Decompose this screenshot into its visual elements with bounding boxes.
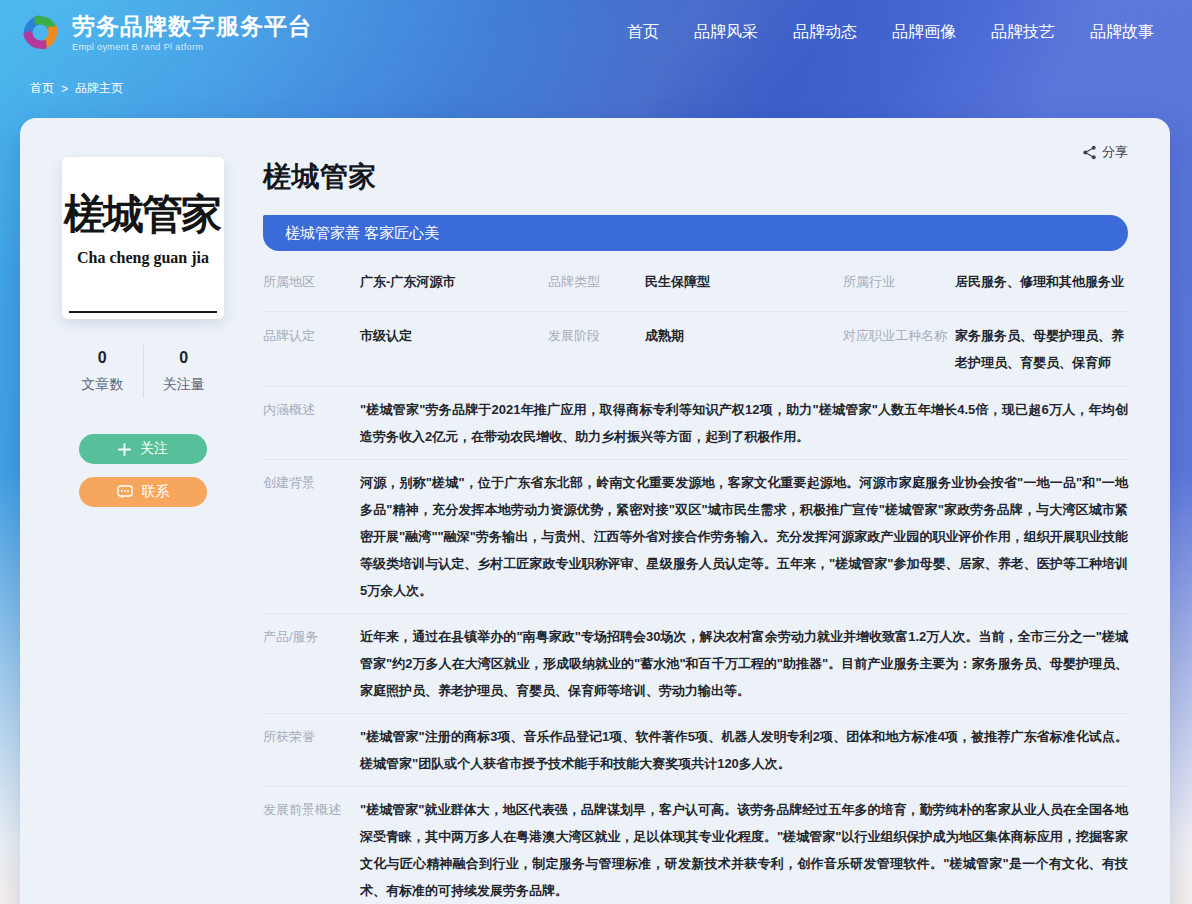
field-certification-label: 品牌认定 [263,322,360,376]
section-prospects-text: "槎城管家"就业群体大，地区代表强，品牌谋划早，客户认可高。该劳务品牌经过五年多… [360,796,1128,904]
main-nav: 首页 品牌风采 品牌动态 品牌画像 品牌技艺 品牌故事 [627,22,1154,43]
share-label: 分享 [1102,143,1128,161]
field-brand-type: 品牌类型 民生保障型 [548,268,843,295]
field-industry: 所属行业 居民服务、修理和其他服务业 [843,268,1128,295]
nav-brand-news[interactable]: 品牌动态 [793,22,857,43]
section-prospects-label: 发展前景概述 [263,796,360,904]
nav-home[interactable]: 首页 [627,22,659,43]
stat-articles: 0 文章数 [62,345,144,398]
brand-slogan-text: 槎城管家善 客家匠心美 [285,224,439,243]
brand-info-grid: 所属地区 广东-广东河源市 品牌类型 民生保障型 所属行业 居民服务、修理和其他… [263,251,1128,904]
breadcrumb-current: 品牌主页 [75,80,123,97]
section-overview-text: "槎城管家"劳务品牌于2021年推广应用，取得商标专利等知识产权12项，助力"槎… [360,396,1128,450]
section-products-label: 产品/服务 [263,623,360,704]
field-occupations-label: 对应职业工种名称 [843,322,955,376]
field-certification-value: 市级认定 [360,322,412,376]
brand-title: 槎城管家 [263,158,377,196]
section-products-text: 近年来，通过在县镇举办的"南粤家政"专场招聘会30场次，解决农村富余劳动力就业并… [360,623,1128,704]
section-overview: 内涵概述 "槎城管家"劳务品牌于2021年推广应用，取得商标专利等知识产权12项… [263,387,1128,460]
section-background-text: 河源，别称"槎城"，位于广东省东北部，岭南文化重要发源地，客家文化重要起源地。河… [360,469,1128,604]
site-subtitle: Empl oyment B rand Pl atform [72,42,312,52]
nav-brand-skill[interactable]: 品牌技艺 [991,22,1055,43]
field-occupations: 对应职业工种名称 家务服务员、母婴护理员、养老护理员、育婴员、保育师 [843,322,1128,376]
brand-profile-card: 槎城管家 Cha cheng guan jia 0 文章数 0 关注量 关注 联… [20,118,1170,904]
field-stage-value: 成熟期 [645,322,684,376]
share-button[interactable]: 分享 [1082,143,1128,161]
section-prospects: 发展前景概述 "槎城管家"就业群体大，地区代表强，品牌谋划早，客户认可高。该劳务… [263,787,1128,904]
site-brand: 劳务品牌数字服务平台 Empl oyment B rand Pl atform [18,10,312,55]
follow-button[interactable]: 关注 [79,434,207,464]
stat-articles-value: 0 [98,349,107,367]
field-certification: 品牌认定 市级认定 [263,322,548,376]
section-honors-label: 所获荣誉 [263,723,360,777]
follow-button-label: 关注 [140,440,168,458]
chat-icon [117,485,133,499]
profile-stats: 0 文章数 0 关注量 [62,345,224,398]
section-products: 产品/服务 近年来，通过在县镇举办的"南粤家政"专场招聘会30场次，解决农村富余… [263,614,1128,714]
field-region: 所属地区 广东-广东河源市 [263,268,548,295]
nav-brand-portrait[interactable]: 品牌画像 [892,22,956,43]
stat-followers: 0 关注量 [144,345,225,398]
contact-button-label: 联系 [142,483,170,501]
field-region-value: 广东-广东河源市 [360,268,455,295]
brand-logo-underline [69,311,217,313]
breadcrumb-home[interactable]: 首页 [30,80,54,97]
field-stage-label: 发展阶段 [548,322,645,376]
section-honors: 所获荣誉 "槎城管家"注册的商标3项、音乐作品登记1项、软件著作5项、机器人发明… [263,714,1128,787]
brand-slogan-banner: 槎城管家善 客家匠心美 [263,215,1128,251]
stat-followers-label: 关注量 [163,376,205,394]
brand-logo-cn-text: 槎城管家 [64,194,220,235]
brand-logo-en-text: Cha cheng guan jia [77,249,209,267]
site-logo-icon [18,10,63,55]
plus-icon [118,443,131,456]
breadcrumb-separator: > [61,82,68,96]
info-row-1: 所属地区 广东-广东河源市 品牌类型 民生保障型 所属行业 居民服务、修理和其他… [263,251,1128,312]
section-background-label: 创建背景 [263,469,360,604]
brand-logo-image: 槎城管家 Cha cheng guan jia [62,157,224,319]
share-icon [1082,145,1097,160]
breadcrumb: 首页 > 品牌主页 [30,80,123,97]
nav-brand-story[interactable]: 品牌故事 [1090,22,1154,43]
field-brand-type-label: 品牌类型 [548,268,645,295]
section-honors-text: "槎城管家"注册的商标3项、音乐作品登记1项、软件著作5项、机器人发明专利2项、… [360,723,1128,777]
info-row-2: 品牌认定 市级认定 发展阶段 成熟期 对应职业工种名称 家务服务员、母婴护理员、… [263,312,1128,387]
contact-button[interactable]: 联系 [79,477,207,507]
section-overview-label: 内涵概述 [263,396,360,450]
field-industry-value: 居民服务、修理和其他服务业 [955,268,1124,295]
field-occupations-value: 家务服务员、母婴护理员、养老护理员、育婴员、保育师 [955,322,1128,376]
site-title: 劳务品牌数字服务平台 [72,13,312,39]
stat-followers-value: 0 [179,349,188,367]
nav-brand-style[interactable]: 品牌风采 [694,22,758,43]
field-brand-type-value: 民生保障型 [645,268,710,295]
field-industry-label: 所属行业 [843,268,955,295]
stat-articles-label: 文章数 [81,376,123,394]
section-background: 创建背景 河源，别称"槎城"，位于广东省东北部，岭南文化重要发源地，客家文化重要… [263,460,1128,614]
field-stage: 发展阶段 成熟期 [548,322,843,376]
field-region-label: 所属地区 [263,268,360,295]
top-header: 劳务品牌数字服务平台 Empl oyment B rand Pl atform … [0,0,1192,55]
